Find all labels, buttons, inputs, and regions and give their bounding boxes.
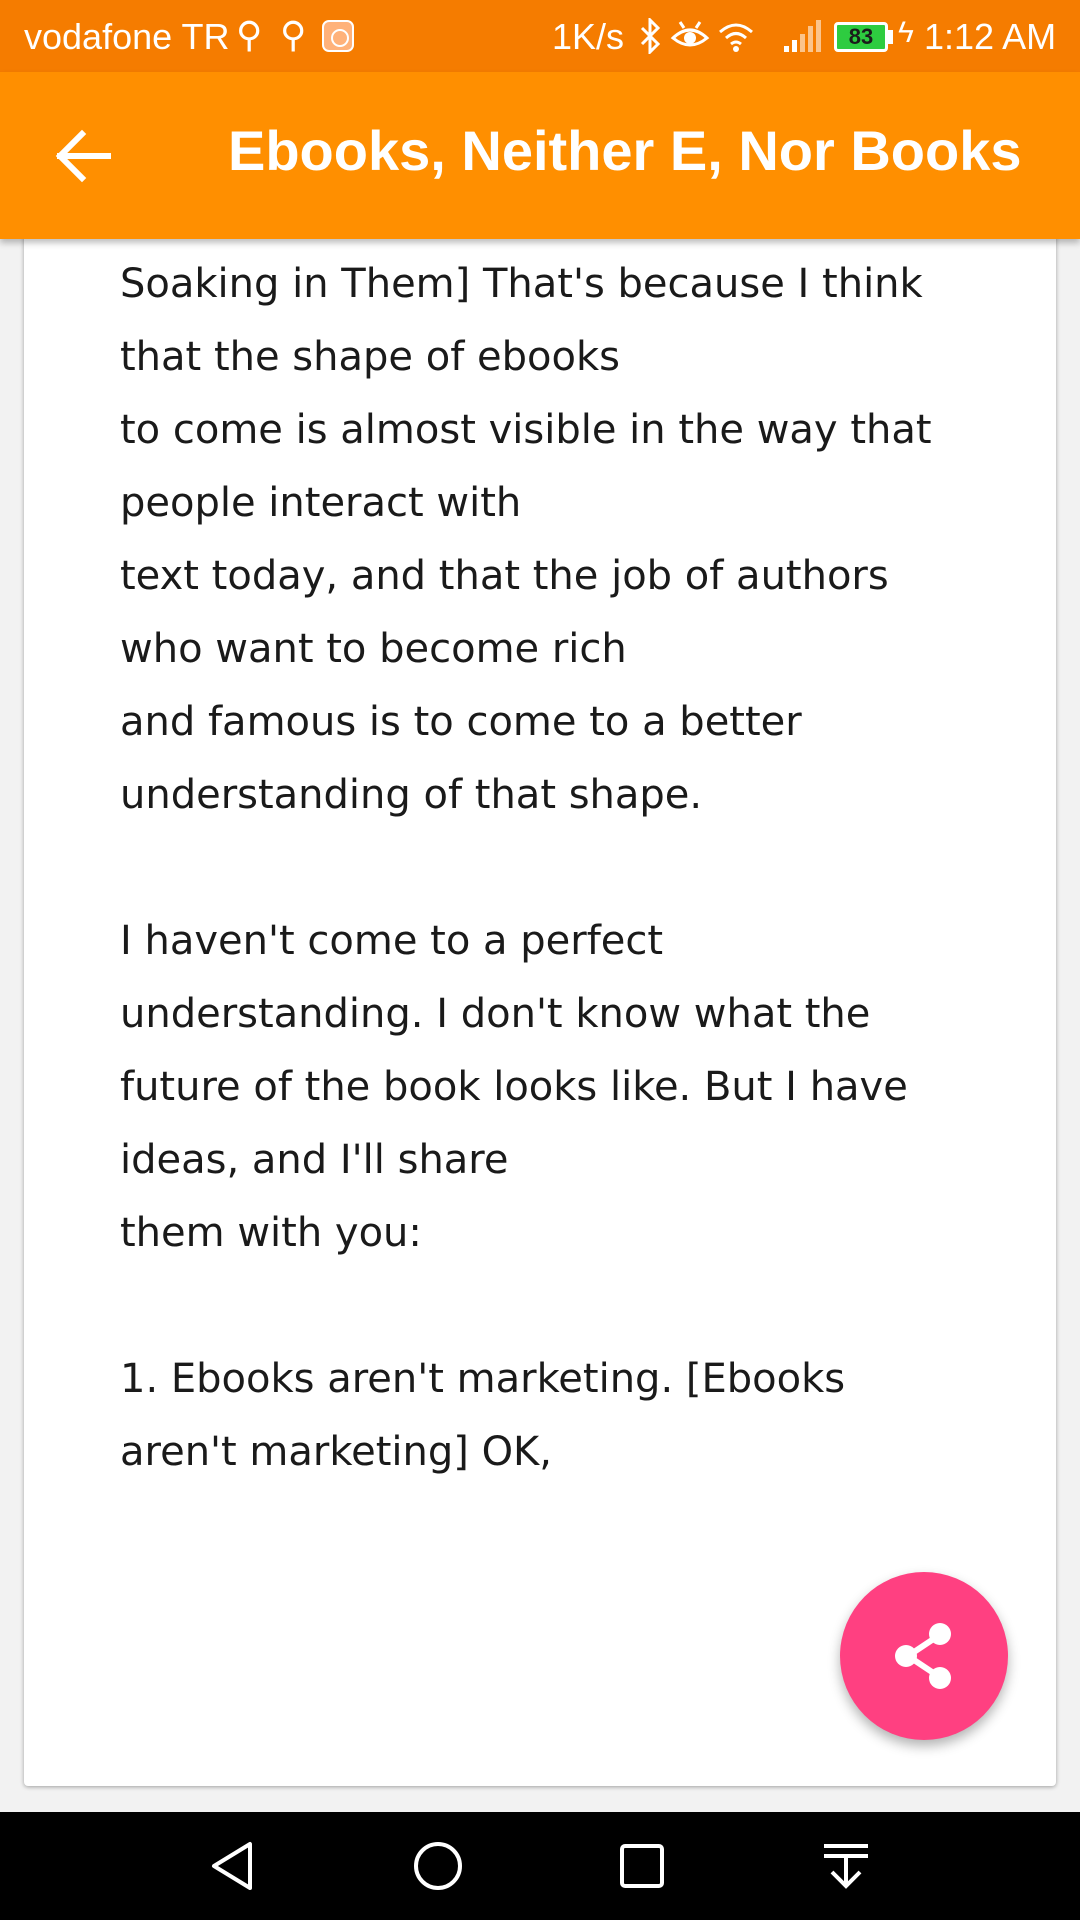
eye-icon (670, 21, 710, 47)
battery-tip (888, 30, 893, 44)
usb-icon: ⚲ (280, 14, 307, 55)
article-line: aren't marketing] OK, (120, 1429, 552, 1475)
app-bar: Ebooks, Neither E, Nor Books (0, 72, 1080, 239)
article-text: Soaking in Them] That's because I think t… (120, 248, 1000, 1489)
article-line: that the shape of ebooks (120, 334, 620, 380)
article-line: them with you: (120, 1210, 422, 1256)
article-line: 1. Ebooks aren't marketing. [Ebooks (120, 1356, 846, 1402)
clock: 1:12 AM (924, 16, 1057, 57)
article-line: ideas, and I'll share (120, 1137, 509, 1183)
status-bar: vodafone TR ⚲ ⚲ 1K/s 83 ϟ 1:12 AM (0, 0, 1080, 72)
article-line: understanding of that shape. (120, 772, 703, 818)
signal-icon (784, 20, 821, 52)
home-circle-icon[interactable] (406, 1834, 470, 1898)
charging-icon: ϟ (898, 16, 914, 49)
article-line: I haven't come to a perfect (120, 918, 664, 964)
paragraph-break (120, 1270, 1000, 1343)
navigation-bar (0, 1812, 1080, 1920)
article-line: understanding. I don't know what the (120, 991, 871, 1037)
back-triangle-icon[interactable] (202, 1834, 266, 1898)
share-icon (895, 1623, 951, 1689)
mi-app-icon (322, 20, 354, 52)
network-speed: 1K/s (552, 16, 625, 57)
article-line: future of the book looks like. But I hav… (120, 1064, 908, 1110)
bluetooth-icon (640, 18, 661, 54)
carrier-name: vodafone TR (24, 16, 230, 57)
article-line: and famous is to come to a better (120, 699, 802, 745)
battery-icon: 83 (834, 22, 888, 52)
article-card[interactable]: Soaking in Them] That's because I think t… (24, 228, 1056, 1786)
article-line: who want to become rich (120, 626, 627, 672)
arrow-back-icon[interactable] (52, 124, 116, 188)
paragraph-break (120, 832, 1000, 905)
wifi-icon (719, 23, 753, 52)
article-line: people interact with (120, 480, 522, 526)
recents-square-icon[interactable] (610, 1834, 674, 1898)
usb-icon: ⚲ (236, 14, 263, 55)
notification-pull-icon[interactable] (814, 1834, 878, 1898)
article-line: Soaking in Them] That's because I think (120, 261, 923, 307)
share-button[interactable] (840, 1572, 1008, 1740)
article-line: to come is almost visible in the way tha… (120, 407, 932, 453)
article-line: text today, and that the job of authors (120, 553, 889, 599)
page-title: Ebooks, Neither E, Nor Books (228, 119, 1022, 182)
